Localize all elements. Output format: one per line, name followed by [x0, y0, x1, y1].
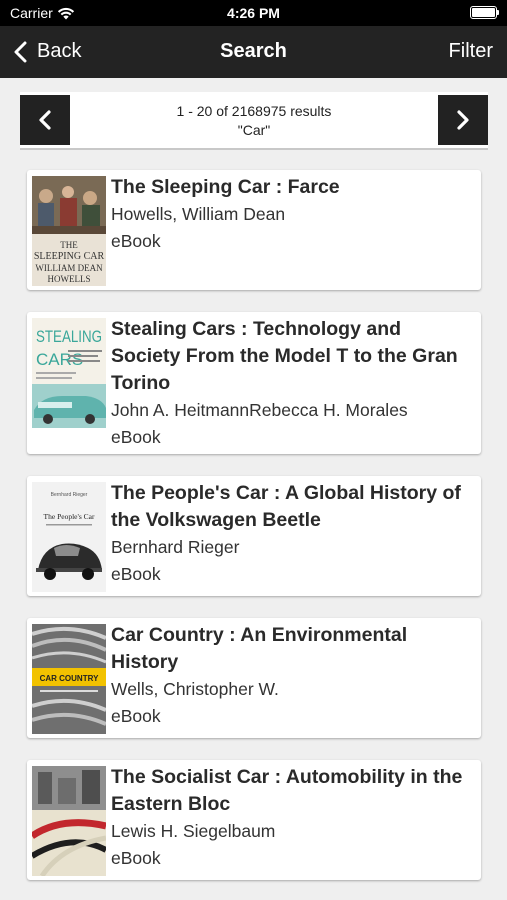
book-cover-image	[32, 766, 106, 876]
result-item[interactable]: STEALING CARS Stealing Cars : Technology…	[27, 312, 481, 454]
results-range: 1 - 20 of 2168975 results	[176, 103, 332, 119]
previous-page-button[interactable]	[20, 95, 70, 145]
results-summary: 1 - 20 of 2168975 results "Car"	[80, 102, 428, 140]
result-author: Wells, Christopher W.	[111, 679, 279, 699]
result-title: The Sleeping Car : Farce	[111, 176, 340, 198]
battery-icon	[470, 6, 499, 19]
cover-text-line2: SLEEPING CAR	[34, 251, 105, 262]
result-format: eBook	[111, 706, 161, 726]
result-format: eBook	[111, 427, 161, 447]
status-bar: Carrier 4:26 PM	[0, 0, 507, 26]
back-button[interactable]: Back	[14, 40, 81, 63]
navigation-bar: Back Search Filter	[0, 26, 507, 78]
result-author: Lewis H. Siegelbaum	[111, 821, 276, 841]
result-author: Bernhard Rieger	[111, 537, 240, 557]
chevron-right-icon	[457, 110, 469, 130]
chevron-left-icon	[39, 110, 51, 130]
book-cover-image: STEALING CARS	[32, 318, 106, 428]
search-query: "Car"	[237, 122, 271, 138]
filter-button[interactable]: Filter	[449, 40, 493, 63]
result-format: eBook	[111, 231, 161, 251]
cover-text-line3: WILLIAM DEAN	[35, 263, 103, 273]
cover-text-line1: Bernhard Rieger	[51, 492, 88, 498]
results-pager: 1 - 20 of 2168975 results "Car"	[20, 92, 488, 150]
result-title: Car Country : An Environmental History	[111, 624, 408, 673]
result-title: The People's Car : A Global History of t…	[111, 482, 461, 531]
result-item[interactable]: The Socialist Car : Automobility in the …	[27, 760, 481, 880]
result-title: The Socialist Car : Automobility in the …	[111, 766, 463, 815]
cover-text-line4: HOWELLS	[48, 274, 91, 284]
result-item[interactable]: CAR COUNTRY Car Country : An Environment…	[27, 618, 481, 738]
result-item[interactable]: Bernhard Rieger The People's Car The Peo…	[27, 476, 481, 596]
result-author: John A. HeitmannRebecca H. Morales	[111, 400, 408, 420]
book-cover-image: Bernhard Rieger The People's Car	[32, 482, 106, 592]
cover-text-line1: THE	[60, 240, 78, 250]
status-time: 4:26 PM	[227, 5, 280, 21]
result-format: eBook	[111, 848, 161, 868]
cover-text-line2: The People's Car	[44, 512, 95, 521]
book-cover-image: THE SLEEPING CAR WILLIAM DEAN HOWELLS	[32, 176, 106, 286]
result-format: eBook	[111, 564, 161, 584]
chevron-left-icon	[14, 41, 27, 62]
cover-text-line1: CAR COUNTRY	[40, 674, 99, 683]
result-author: Howells, William Dean	[111, 204, 286, 224]
result-title: Stealing Cars : Technology and Society F…	[111, 318, 458, 394]
back-label: Back	[37, 40, 82, 62]
cover-text-line2: CARS	[36, 350, 83, 369]
book-cover-image: CAR COUNTRY	[32, 624, 106, 734]
result-item[interactable]: THE SLEEPING CAR WILLIAM DEAN HOWELLS Th…	[27, 170, 481, 290]
next-page-button[interactable]	[438, 95, 488, 145]
cover-text-line1: STEALING	[36, 327, 102, 346]
